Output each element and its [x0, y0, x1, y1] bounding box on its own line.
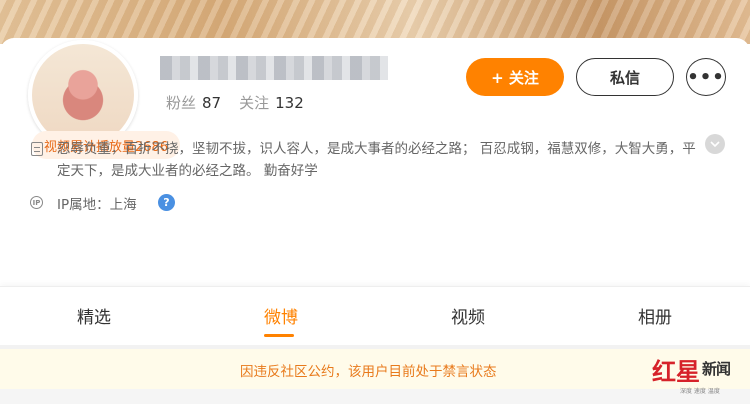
help-icon[interactable]: ?: [158, 194, 175, 211]
profile-card: 粉丝 87 关注 132 + 关注 私信 ••• 视频累计播放量2686 忍辱负重，百…: [0, 38, 750, 284]
tab-featured[interactable]: 精选: [49, 303, 139, 328]
username-redacted: [160, 56, 388, 80]
watermark-char-hong: 红: [652, 357, 676, 386]
watermark-char-xing: 星: [676, 357, 700, 386]
profile-tabs: 精选 微博 视频 相册: [0, 286, 750, 346]
message-button[interactable]: 私信: [576, 58, 674, 96]
profile-bio: 忍辱负重，百折不挠，坚韧不拔，识人容人，是成大事者的必经之路； 百忍成钢，福慧双…: [57, 141, 696, 179]
bottom-spacer: [0, 389, 750, 404]
chevron-down-icon[interactable]: [705, 134, 725, 154]
fans-label[interactable]: 粉丝: [166, 94, 196, 112]
document-icon: [31, 142, 43, 156]
news-logo-watermark: 红 星 新闻 深度 速度 温度: [652, 352, 744, 398]
watermark-subtitle: 深度 速度 温度: [680, 388, 720, 395]
watermark-news: 新闻: [702, 360, 731, 378]
fans-count[interactable]: 87: [202, 94, 221, 112]
tab-video[interactable]: 视频: [423, 303, 513, 328]
ban-notice-text: 因违反社区公约，该用户目前处于禁言状态: [240, 364, 497, 380]
profile-stats: 粉丝 87 关注 132: [166, 92, 322, 113]
more-button[interactable]: •••: [686, 58, 726, 96]
follow-button[interactable]: + 关注: [466, 58, 564, 96]
tab-album[interactable]: 相册: [610, 303, 700, 328]
ban-notice-bar: 因违反社区公约，该用户目前处于禁言状态: [0, 349, 750, 389]
follow-button-label: + 关注: [491, 68, 539, 87]
active-tab-indicator: [264, 334, 294, 337]
following-label[interactable]: 关注: [239, 94, 269, 112]
tab-weibo[interactable]: 微博: [236, 303, 326, 328]
ellipsis-icon: •••: [687, 66, 725, 88]
ip-location-icon: IP: [30, 196, 43, 209]
following-count[interactable]: 132: [275, 94, 304, 112]
ip-location-text: IP属地：上海: [57, 197, 137, 213]
